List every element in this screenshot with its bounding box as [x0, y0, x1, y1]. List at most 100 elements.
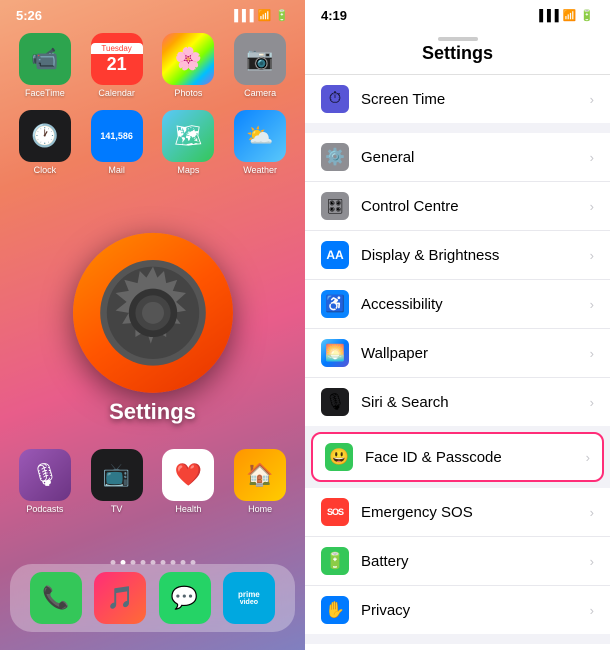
- photos-icon: 🌸: [162, 33, 214, 85]
- app-camera[interactable]: 📷 Camera: [229, 33, 291, 98]
- display-brightness-icon: AA: [321, 241, 349, 269]
- emergency-sos-label: Emergency SOS: [361, 504, 584, 521]
- right-wifi-icon: 📶: [563, 9, 577, 22]
- app-grid-row2: 🕐 Clock 141,586 Mail 🗺 Maps ⛅ Weather: [0, 104, 305, 181]
- row-privacy[interactable]: ✋ Privacy ›: [305, 586, 610, 634]
- health-icon: ❤️: [162, 449, 214, 501]
- right-signal-icon: ▐▐▐: [535, 10, 558, 22]
- app-podcasts[interactable]: 🎙 Podcasts: [14, 449, 76, 514]
- accessibility-label: Accessibility: [361, 296, 584, 313]
- right-status-bar: 4:19 ▐▐▐ 📶 🔋: [305, 0, 610, 27]
- settings-overlay-label: Settings: [109, 399, 196, 425]
- dock-phone[interactable]: 📞: [30, 572, 82, 624]
- group-general: ⚙️ General › 🎛 Control Centre › AA Displ…: [305, 133, 610, 426]
- app-photos[interactable]: 🌸 Photos: [158, 33, 220, 98]
- dock-prime[interactable]: prime video: [223, 572, 275, 624]
- right-status-icons: ▐▐▐ 📶 🔋: [535, 9, 594, 22]
- row-itunes[interactable]: 🅰 iTunes & App Store ›: [305, 644, 610, 650]
- tv-icon: 📺: [91, 449, 143, 501]
- wifi-icon: 📶: [258, 9, 272, 22]
- settings-circle-bg: [73, 233, 233, 393]
- row-display-brightness[interactable]: AA Display & Brightness ›: [305, 231, 610, 280]
- group-store: 🅰 iTunes & App Store › 💳 Wallet & Apple …: [305, 644, 610, 650]
- gear-svg: [98, 258, 208, 368]
- row-general[interactable]: ⚙️ General ›: [305, 133, 610, 182]
- camera-icon: 📷: [234, 33, 286, 85]
- row-wallpaper[interactable]: 🌅 Wallpaper ›: [305, 329, 610, 378]
- control-centre-icon: 🎛: [321, 192, 349, 220]
- mail-icon: 141,586: [91, 110, 143, 162]
- prime-icon: prime video: [223, 572, 275, 624]
- row-siri-search[interactable]: 🎙 Siri & Search ›: [305, 378, 610, 426]
- privacy-chevron: ›: [590, 603, 594, 618]
- control-centre-label: Control Centre: [361, 198, 584, 215]
- app-clock[interactable]: 🕐 Clock: [14, 110, 76, 175]
- app-health[interactable]: ❤️ Health: [158, 449, 220, 514]
- home-icon: 🏠: [234, 449, 286, 501]
- wallpaper-label: Wallpaper: [361, 345, 584, 362]
- general-icon: ⚙️: [321, 143, 349, 171]
- app-facetime[interactable]: 📹 FaceTime: [14, 33, 76, 98]
- clock-icon: 🕐: [19, 110, 71, 162]
- general-chevron: ›: [590, 150, 594, 165]
- app-weather[interactable]: ⛅ Weather: [229, 110, 291, 175]
- row-screen-time[interactable]: ⏱ Screen Time ›: [305, 75, 610, 123]
- app-mail[interactable]: 141,586 Mail: [86, 110, 148, 175]
- settings-title: Settings: [422, 43, 493, 63]
- emergency-sos-chevron: ›: [590, 505, 594, 520]
- weather-icon: ⛅: [234, 110, 286, 162]
- app-home[interactable]: 🏠 Home: [229, 449, 291, 514]
- app-tv[interactable]: 📺 TV: [86, 449, 148, 514]
- home-screen: 5:26 ▐▐▐ 📶 🔋 📹 FaceTime Tuesday 21 Calen…: [0, 0, 305, 650]
- accessibility-chevron: ›: [590, 297, 594, 312]
- settings-panel: 4:19 ▐▐▐ 📶 🔋 Settings ⏱ Screen Time › ⚙️…: [305, 0, 610, 650]
- group-emergency: SOS Emergency SOS › 🔋 Battery › ✋ Privac…: [305, 488, 610, 634]
- battery-chevron: ›: [590, 554, 594, 569]
- dock-music[interactable]: 🎵: [94, 572, 146, 624]
- whatsapp-icon: 💬: [159, 572, 211, 624]
- screen-time-icon: ⏱: [321, 85, 349, 113]
- left-status-icons: ▐▐▐ 📶 🔋: [230, 9, 289, 22]
- screen-time-label: Screen Time: [361, 91, 584, 108]
- face-id-label: Face ID & Passcode: [365, 449, 580, 466]
- left-time: 5:26: [16, 8, 42, 23]
- app-maps[interactable]: 🗺 Maps: [158, 110, 220, 175]
- siri-search-chevron: ›: [590, 395, 594, 410]
- group-screen-time: ⏱ Screen Time ›: [305, 75, 610, 123]
- battery-icon-row: 🔋: [321, 547, 349, 575]
- calendar-icon: Tuesday 21: [91, 33, 143, 85]
- battery-icon: 🔋: [275, 9, 289, 22]
- settings-list: ⏱ Screen Time › ⚙️ General › 🎛 Control C…: [305, 75, 610, 650]
- row-accessibility[interactable]: ♿ Accessibility ›: [305, 280, 610, 329]
- right-battery-icon: 🔋: [580, 9, 594, 22]
- dock: 📞 🎵 💬 prime video: [10, 564, 295, 632]
- display-brightness-label: Display & Brightness: [361, 247, 584, 264]
- siri-search-label: Siri & Search: [361, 394, 584, 411]
- music-icon: 🎵: [94, 572, 146, 624]
- signal-icon: ▐▐▐: [230, 10, 253, 22]
- gap-1: [305, 123, 610, 133]
- dock-whatsapp[interactable]: 💬: [159, 572, 211, 624]
- row-emergency-sos[interactable]: SOS Emergency SOS ›: [305, 488, 610, 537]
- row-face-id[interactable]: 😃 Face ID & Passcode ›: [311, 432, 604, 482]
- phone-icon: 📞: [30, 572, 82, 624]
- battery-label: Battery: [361, 553, 584, 570]
- general-label: General: [361, 149, 584, 166]
- face-id-wrapper: 😃 Face ID & Passcode ›: [305, 426, 610, 488]
- siri-search-icon: 🎙: [321, 388, 349, 416]
- left-status-bar: 5:26 ▐▐▐ 📶 🔋: [0, 0, 305, 27]
- privacy-icon: ✋: [321, 596, 349, 624]
- right-time: 4:19: [321, 8, 347, 23]
- app-calendar[interactable]: Tuesday 21 Calendar: [86, 33, 148, 98]
- wallpaper-icon: 🌅: [321, 339, 349, 367]
- face-id-chevron: ›: [586, 450, 590, 465]
- small-app-row: 🎙 Podcasts 📺 TV ❤️ Health 🏠 Home: [0, 439, 305, 520]
- control-centre-chevron: ›: [590, 199, 594, 214]
- row-battery[interactable]: 🔋 Battery ›: [305, 537, 610, 586]
- face-id-icon: 😃: [325, 443, 353, 471]
- settings-header: Settings: [305, 27, 610, 75]
- maps-icon: 🗺: [162, 110, 214, 162]
- gap-2: [305, 634, 610, 644]
- row-control-centre[interactable]: 🎛 Control Centre ›: [305, 182, 610, 231]
- display-brightness-chevron: ›: [590, 248, 594, 263]
